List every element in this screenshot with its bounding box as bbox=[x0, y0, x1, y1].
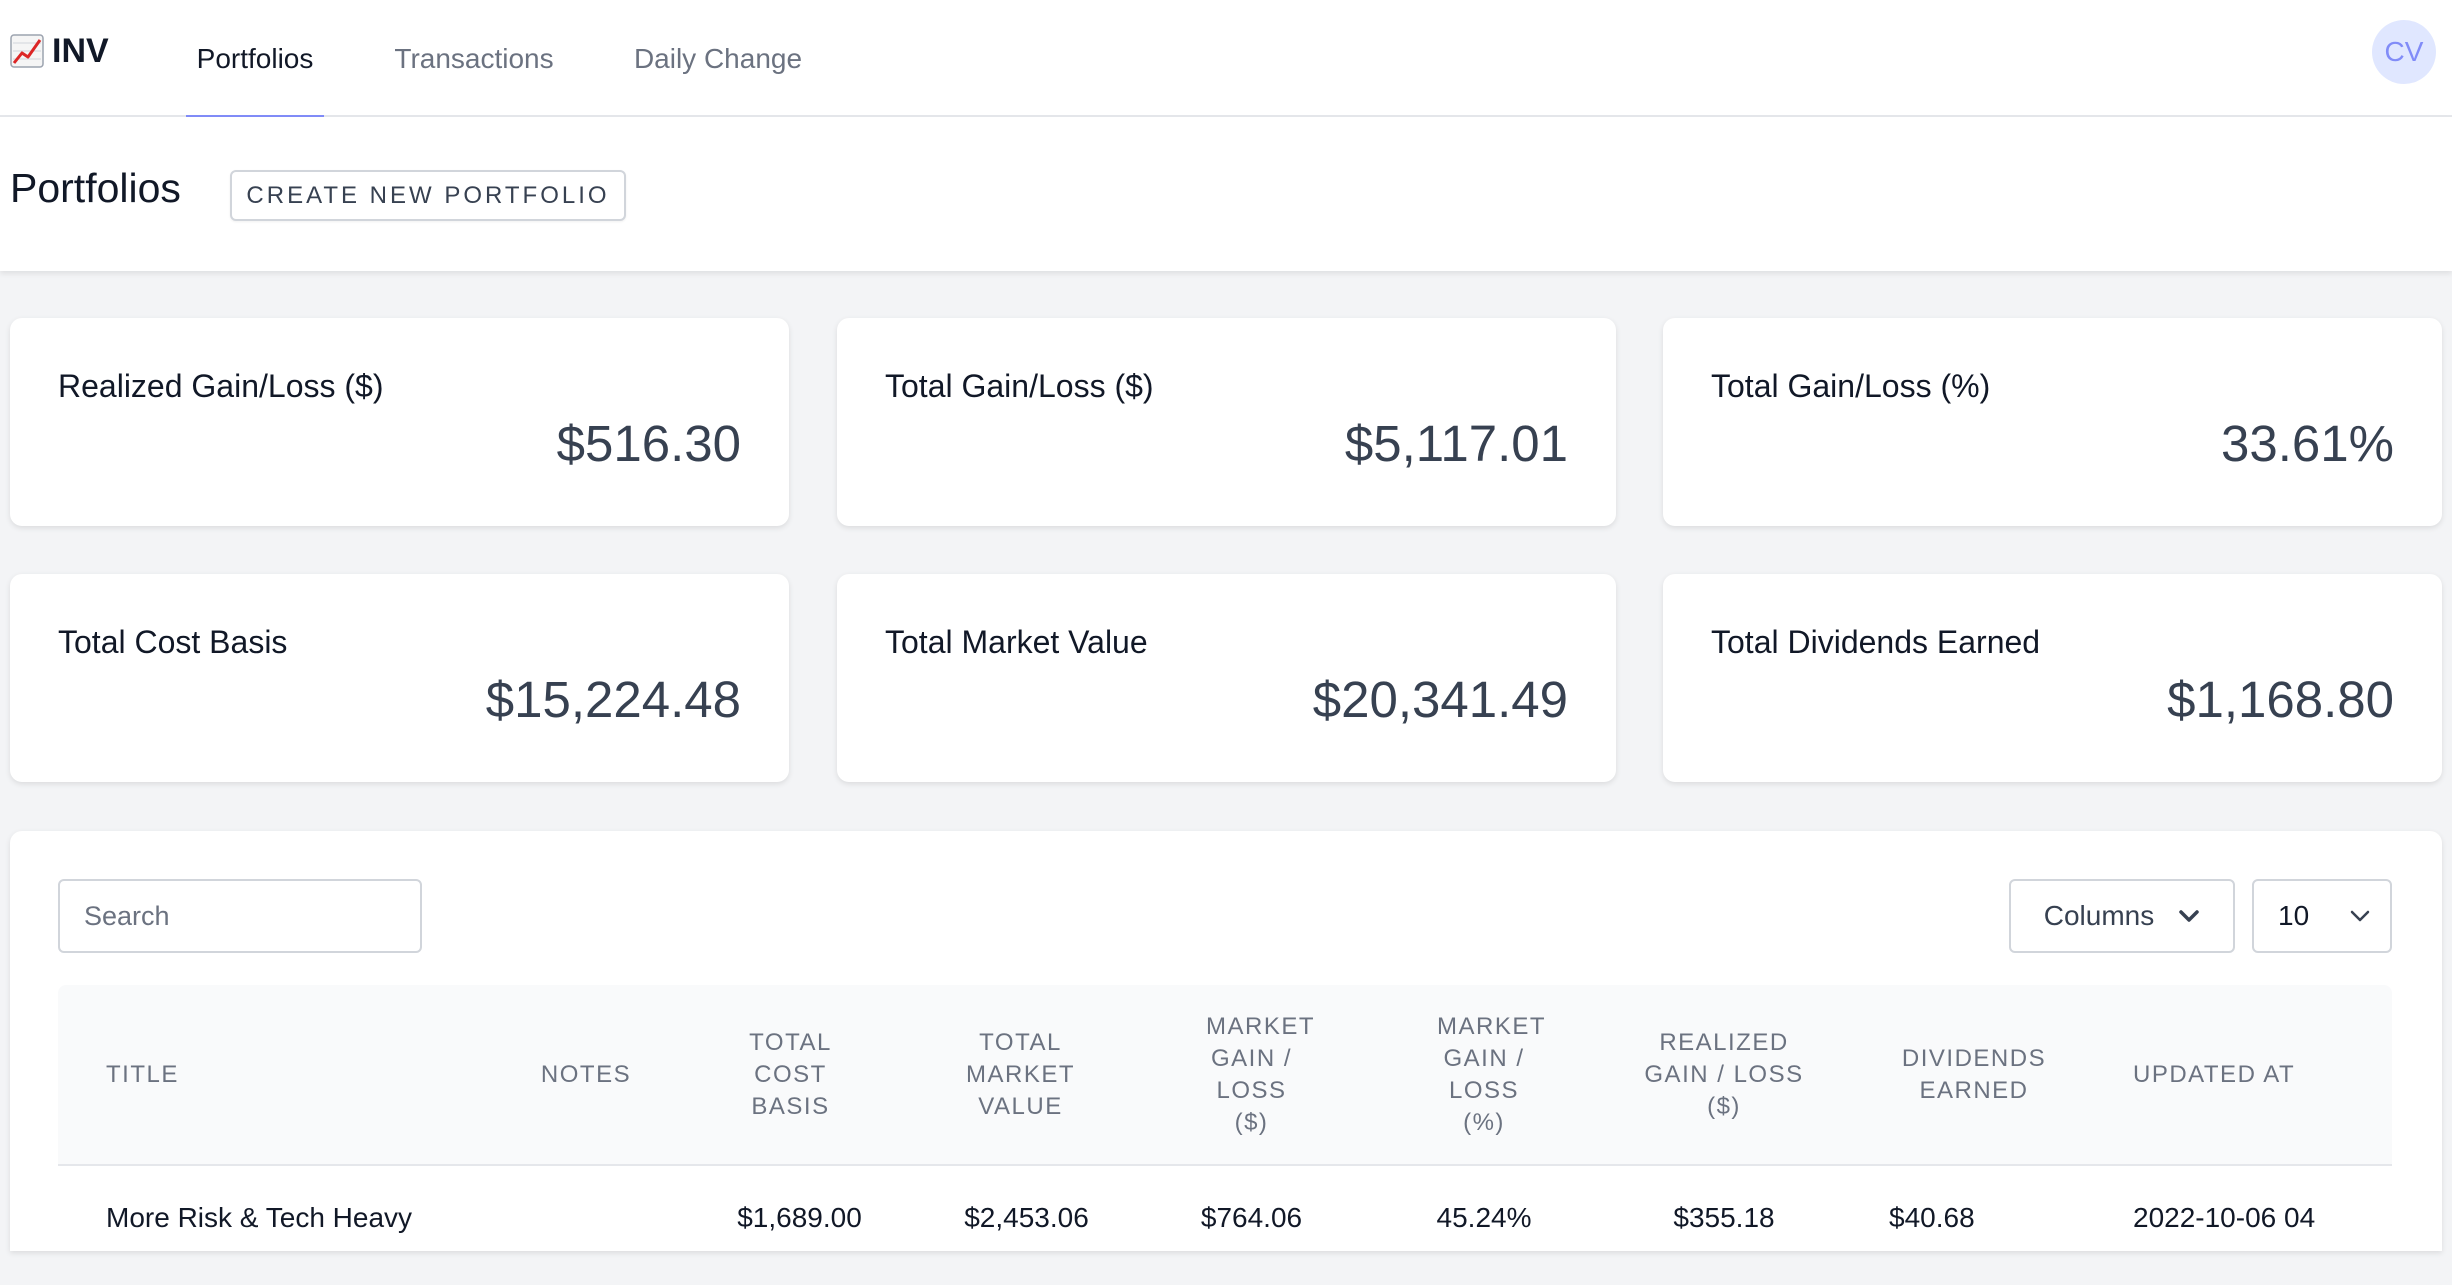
stat-value: $15,224.48 bbox=[485, 671, 741, 728]
portfolios-table-panel: Columns 10 Title Notes Total Cost Basis … bbox=[10, 831, 2442, 1251]
columns-dropdown[interactable]: Columns bbox=[2009, 879, 2235, 953]
table-header-row: Title Notes Total Cost Basis Total Marke… bbox=[58, 985, 2392, 1166]
stat-card-total-dividends: Total Dividends Earned $1,168.80 bbox=[1663, 574, 2442, 782]
column-header-dividends-earned[interactable]: Dividends Earned bbox=[1849, 985, 2099, 1166]
table-row[interactable]: More Risk & Tech Heavy $1,689.00 $2,453.… bbox=[58, 1165, 2392, 1265]
stat-value: $516.30 bbox=[556, 415, 741, 472]
stat-label: Total Market Value bbox=[885, 624, 1148, 660]
tab-daily-change[interactable]: Daily Change bbox=[624, 0, 812, 117]
stat-label: Total Gain/Loss (%) bbox=[1711, 368, 1991, 404]
brand-name: INV bbox=[52, 31, 109, 70]
stat-value: $1,168.80 bbox=[2167, 671, 2394, 728]
brand-logo[interactable]: INV bbox=[10, 28, 109, 74]
create-portfolio-button[interactable]: CREATE NEW PORTFOLIO bbox=[230, 170, 626, 221]
column-header-title[interactable]: Title bbox=[58, 985, 498, 1166]
tab-portfolios[interactable]: Portfolios bbox=[186, 0, 324, 119]
columns-label: Columns bbox=[2043, 900, 2155, 931]
chart-increasing-icon bbox=[10, 34, 44, 68]
chevron-down-icon bbox=[2179, 910, 2199, 922]
cell-market-gain-loss-usd: $764.06 bbox=[1200, 1202, 1303, 1233]
column-header-total-cost-basis[interactable]: Total Cost Basis bbox=[674, 985, 907, 1166]
cell-dividends-earned: $40.68 bbox=[1889, 1202, 1975, 1233]
column-header-updated-at[interactable]: Updated At bbox=[2099, 985, 2392, 1166]
chevron-down-icon bbox=[2350, 910, 2370, 922]
search-input[interactable] bbox=[58, 879, 422, 953]
stat-card-total-gain-loss-usd: Total Gain/Loss ($) $5,117.01 bbox=[837, 318, 1616, 526]
cell-total-cost-basis: $1,689.00 bbox=[737, 1202, 862, 1233]
page-title: Portfolios bbox=[10, 165, 181, 211]
stat-value: 33.61% bbox=[2221, 415, 2394, 472]
page-size-select[interactable]: 10 bbox=[2252, 879, 2392, 953]
top-navigation: INV Portfolios Transactions Daily Change… bbox=[0, 0, 2452, 119]
stat-value: $20,341.49 bbox=[1312, 671, 1568, 728]
portfolios-table: Title Notes Total Cost Basis Total Marke… bbox=[58, 985, 2392, 1285]
stat-label: Realized Gain/Loss ($) bbox=[58, 368, 384, 404]
cell-notes bbox=[498, 1165, 674, 1265]
stat-card-total-cost-basis: Total Cost Basis $15,224.48 bbox=[10, 574, 789, 782]
stat-card-total-market-value: Total Market Value $20,341.49 bbox=[837, 574, 1616, 782]
stat-card-total-gain-loss-pct: Total Gain/Loss (%) 33.61% bbox=[1663, 318, 2442, 526]
stat-value: $5,117.01 bbox=[1344, 415, 1568, 472]
cell-title[interactable]: More Risk & Tech Heavy bbox=[58, 1165, 498, 1265]
cell-total-market-value: $2,453.06 bbox=[964, 1202, 1089, 1233]
cell-updated-at: 2022-10-06 04 bbox=[2133, 1202, 2316, 1233]
column-header-realized-gain-loss[interactable]: Realized Gain / Loss ($) bbox=[1599, 985, 1849, 1166]
column-header-total-market-value[interactable]: Total Market Value bbox=[907, 985, 1134, 1166]
page-header: Portfolios CREATE NEW PORTFOLIO bbox=[0, 117, 2452, 271]
stat-label: Total Dividends Earned bbox=[1711, 624, 2041, 660]
column-header-market-gain-loss-pct[interactable]: Market Gain / Loss (%) bbox=[1369, 985, 1599, 1166]
cell-realized-gain-loss: $355.18 bbox=[1673, 1202, 1775, 1233]
stat-label: Total Cost Basis bbox=[58, 624, 288, 660]
page-size-value: 10 bbox=[2278, 900, 2310, 931]
user-avatar[interactable]: CV bbox=[2372, 20, 2436, 84]
tab-transactions[interactable]: Transactions bbox=[386, 0, 562, 117]
stat-label: Total Gain/Loss ($) bbox=[885, 368, 1154, 404]
column-header-market-gain-loss-usd[interactable]: Market Gain / Loss ($) bbox=[1134, 985, 1369, 1166]
stat-card-realized-gain-loss: Realized Gain/Loss ($) $516.30 bbox=[10, 318, 789, 526]
cell-market-gain-loss-pct: 45.24% bbox=[1436, 1202, 1532, 1233]
column-header-notes[interactable]: Notes bbox=[498, 985, 674, 1166]
